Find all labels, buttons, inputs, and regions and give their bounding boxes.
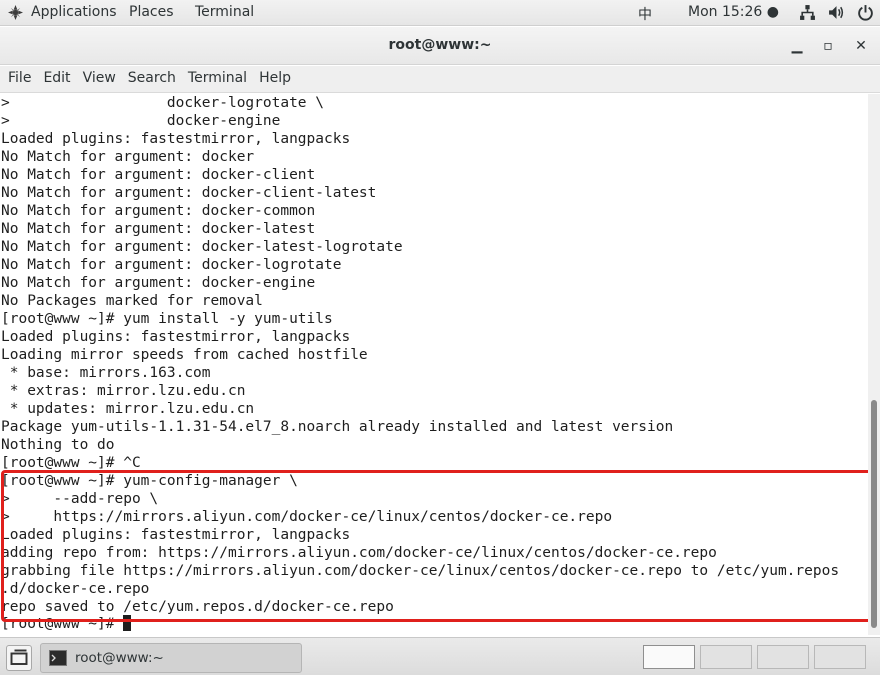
terminal-line: Loaded plugins: fastestmirror, langpacks <box>1 527 351 543</box>
scrollbar-thumb[interactable] <box>871 400 877 628</box>
clock[interactable]: Mon 15:26 ● <box>688 4 779 20</box>
menu-terminal[interactable]: Terminal <box>182 66 253 93</box>
terminal-line: Loaded plugins: fastestmirror, langpacks <box>1 131 351 147</box>
menu-file[interactable]: File <box>2 66 37 93</box>
applications-menu[interactable]: Applications <box>31 4 117 20</box>
terminal-line: No Match for argument: docker-client <box>1 167 316 183</box>
terminal-output[interactable]: > docker-logrotate \ > docker-engine Loade… <box>0 94 868 635</box>
power-icon[interactable] <box>857 4 874 21</box>
top-panel: Applications Places Terminal 中 Mon 15:26… <box>0 0 880 26</box>
window-titlebar[interactable]: root@www:~ ▁ ▫ ✕ <box>0 27 880 65</box>
minimize-button[interactable]: ▁ <box>787 36 807 56</box>
input-method-indicator[interactable]: 中 <box>638 4 652 24</box>
terminal-line: Loading mirror speeds from cached hostfi… <box>1 347 368 363</box>
terminal-line: > docker-engine <box>1 113 281 129</box>
terminal-line: * base: mirrors.163.com <box>1 365 211 381</box>
window-title: root@www:~ <box>388 37 492 53</box>
terminal-line: No Match for argument: docker-latest-log… <box>1 239 403 255</box>
terminal-icon <box>49 650 67 666</box>
terminal-line: No Packages marked for removal <box>1 293 263 309</box>
maximize-button[interactable]: ▫ <box>818 36 838 56</box>
terminal-app-menu[interactable]: Terminal <box>195 4 254 20</box>
menu-help[interactable]: Help <box>253 66 297 93</box>
terminal-line: * updates: mirror.lzu.edu.cn <box>1 401 255 417</box>
menu-bar: File Edit View Search Terminal Help <box>0 66 880 93</box>
terminal-line: Package yum-utils-1.1.31-54.el7_8.noarch… <box>1 419 674 435</box>
terminal-line: repo saved to /etc/yum.repos.d/docker-ce… <box>1 599 394 615</box>
menu-search[interactable]: Search <box>122 66 182 93</box>
workspace-4[interactable] <box>814 645 866 669</box>
show-desktop-button[interactable] <box>6 645 32 671</box>
bottom-taskbar: root@www:~ <box>0 637 880 675</box>
terminal-line: adding repo from: https://mirrors.aliyun… <box>1 545 717 561</box>
prompt-text: [root@www ~]# <box>1 616 124 632</box>
terminal-line: Nothing to do <box>1 437 115 453</box>
network-icon[interactable] <box>799 4 816 21</box>
menu-view[interactable]: View <box>77 66 122 93</box>
terminal-line: No Match for argument: docker-logrotate <box>1 257 342 273</box>
terminal-line: .d/docker-ce.repo <box>1 581 150 597</box>
terminal-line: [root@www ~]# yum install -y yum-utils <box>1 311 333 327</box>
terminal-line: No Match for argument: docker-latest <box>1 221 316 237</box>
workspace-2[interactable] <box>700 645 752 669</box>
terminal-line: > --add-repo \ <box>1 491 159 507</box>
terminal-scrollbar[interactable] <box>868 94 880 635</box>
terminal-line: > https://mirrors.aliyun.com/docker-ce/l… <box>1 509 613 525</box>
terminal-line: > docker-logrotate \ <box>1 95 325 111</box>
text-cursor <box>123 615 132 631</box>
terminal-line: [root@www ~]# ^C <box>1 455 141 471</box>
close-button[interactable]: ✕ <box>851 36 871 56</box>
terminal-line: Loaded plugins: fastestmirror, langpacks <box>1 329 351 345</box>
places-menu[interactable]: Places <box>129 4 174 20</box>
terminal-line: No Match for argument: docker-common <box>1 203 316 219</box>
workspace-1[interactable] <box>643 645 695 669</box>
workspace-3[interactable] <box>757 645 809 669</box>
taskbar-window-item[interactable]: root@www:~ <box>40 643 302 673</box>
terminal-line: No Match for argument: docker <box>1 149 255 165</box>
desktop-icon <box>10 649 28 665</box>
applications-icon[interactable] <box>8 5 23 20</box>
volume-icon[interactable] <box>828 4 845 21</box>
taskbar-window-label: root@www:~ <box>75 650 164 666</box>
terminal-line: No Match for argument: docker-engine <box>1 275 316 291</box>
menu-edit[interactable]: Edit <box>37 66 76 93</box>
terminal-line: No Match for argument: docker-client-lat… <box>1 185 377 201</box>
terminal-line: * extras: mirror.lzu.edu.cn <box>1 383 246 399</box>
terminal-prompt-line[interactable]: [root@www ~]# <box>1 615 132 633</box>
terminal-line: grabbing file https://mirrors.aliyun.com… <box>1 563 840 579</box>
terminal-line: [root@www ~]# yum-config-manager \ <box>1 473 298 489</box>
